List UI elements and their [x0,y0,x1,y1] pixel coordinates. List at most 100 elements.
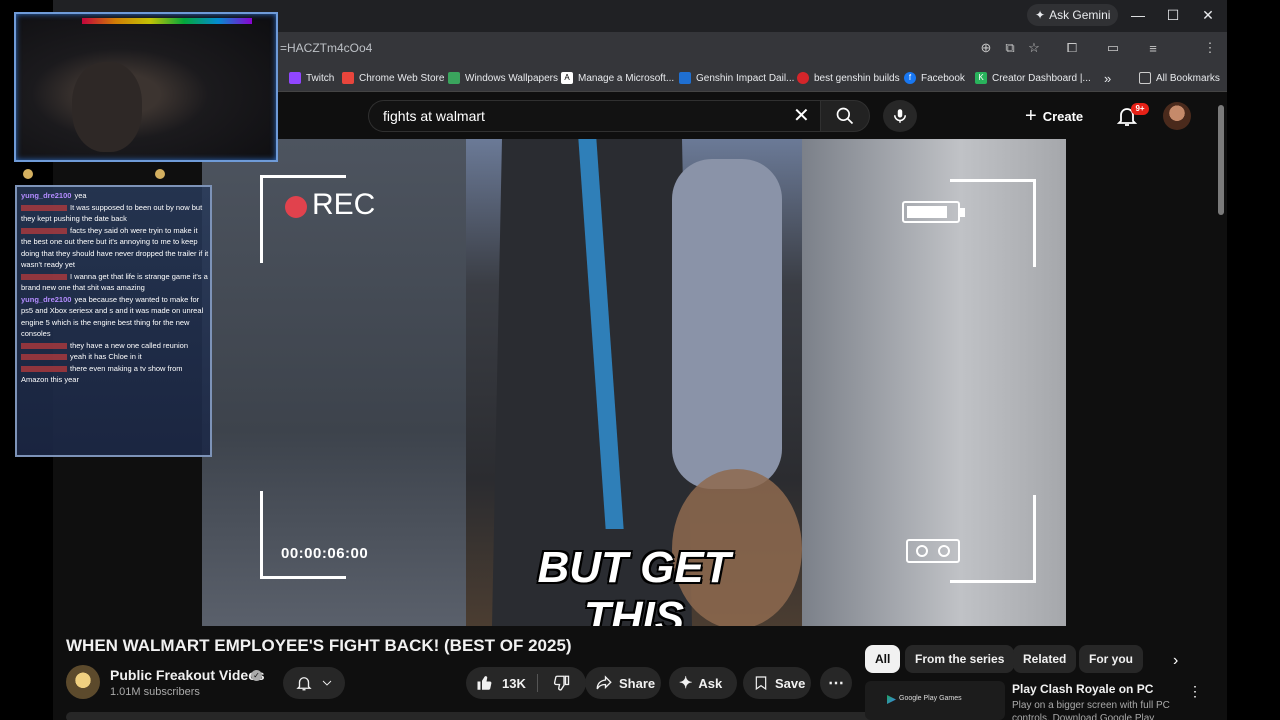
chip-from-the-series[interactable]: From the series [905,645,1015,673]
clear-search-icon[interactable]: ✕ [793,106,810,126]
chat-username [21,204,67,211]
builds-icon [797,72,809,84]
cassette-tape-icon [906,539,960,563]
chip-related[interactable]: Related [1013,645,1077,673]
save-button[interactable]: Save [743,667,811,699]
bell-icon [296,677,312,691]
microphone-icon [894,109,906,123]
wallpaper-icon [448,72,460,84]
more-actions-button[interactable]: ⋯ [820,667,852,699]
bookmark-icon [755,676,767,691]
thumbs-down-icon [553,675,570,691]
bookmark-twitch[interactable]: Twitch [289,69,334,87]
verified-check-icon: ✓ [251,670,262,681]
chevron-down-icon [322,680,332,686]
streamer-face [72,62,142,152]
notification-badge: 9+ [1131,103,1149,115]
chat-message: yung_dre2100 yea [17,190,210,202]
chat-username [21,273,67,280]
description-box[interactable] [66,712,883,720]
zoom-icon[interactable]: ⊕ [977,40,995,56]
chip-all[interactable]: All [865,645,901,673]
maximize-button[interactable]: ☐ [1158,4,1188,26]
search-box[interactable] [368,100,820,132]
recommendation-title[interactable]: Play Clash Royale on PC [1012,682,1153,696]
bookmark-manage-microsoft[interactable]: A Manage a Microsoft... [561,69,674,87]
channel-avatar[interactable] [66,665,100,699]
recommendation-menu-icon[interactable]: ⋮ [1188,683,1202,700]
battery-icon [902,201,965,223]
browser-tab-strip [82,18,252,24]
bookmark-genshin-builds[interactable]: best genshin builds [797,69,900,87]
reading-list-icon[interactable]: ≡ [1144,40,1162,56]
video-title: WHEN WALMART EMPLOYEE'S FIGHT BACK! (BES… [66,636,572,655]
chip-for-you[interactable]: For you [1079,645,1143,673]
folder-icon [1139,72,1151,84]
chat-message: facts they said oh were tryin to make it… [17,225,210,271]
chat-text: yea [74,191,87,200]
bookmark-chrome-web-store[interactable]: Chrome Web Store [342,69,444,87]
bookmark-windows-wallpapers[interactable]: Windows Wallpapers [448,69,558,87]
chat-message: there even making a tv show from Amazon … [17,363,210,386]
subscriber-count: 1.01M subscribers [110,686,200,698]
chat-username: yung_dre2100 [21,294,72,304]
like-count: 13K [502,675,526,691]
google-play-icon [887,695,896,704]
theater-side-area [1066,139,1216,626]
recommendation-thumbnail[interactable]: Google Play Games [865,681,1005,720]
minimize-button[interactable]: — [1123,4,1153,26]
rec-label: REC [312,188,376,221]
employee-sleeve [672,159,782,489]
channel-name[interactable]: Public Freakout Videos [110,667,265,683]
video-caption: BUT GET THIS [537,543,731,626]
chat-username [21,227,67,234]
search-button[interactable] [820,100,870,132]
microsoft-icon: A [561,72,573,84]
chevron-right-icon[interactable]: › [1173,652,1178,670]
bookmark-facebook[interactable]: f Facebook [904,69,965,87]
bookmark-genshin-daily[interactable]: Genshin Impact Dail... [679,69,794,87]
like-dislike-group: 13K [466,667,586,699]
cast-icon[interactable]: ⧉ [1001,40,1019,56]
ask-gemini-label: Ask Gemini [1049,8,1111,22]
subscribe-notifications-button[interactable] [283,667,345,699]
search-input[interactable] [383,108,763,124]
voice-search-button[interactable] [883,100,917,132]
stream-chat-overlay: yung_dre2100 yea It was supposed to been … [15,185,212,457]
bookmark-creator-dashboard[interactable]: K Creator Dashboard |... [975,69,1091,87]
ornament-icon [155,169,165,179]
ask-gemini-button[interactable]: ✦ Ask Gemini [1027,4,1119,26]
thumbnail-text: Google Play Games [899,695,962,702]
thumbs-up-icon [477,676,492,690]
viewfinder-corner-top-right [950,179,1036,267]
all-bookmarks-button[interactable]: All Bookmarks [1139,69,1220,87]
url-text[interactable]: =HACZTm4cOo4 [280,41,372,55]
bookmark-star-icon[interactable]: ☆ [1025,40,1043,56]
account-avatar[interactable] [1163,102,1191,130]
search-icon [836,107,854,125]
scrollbar-thumb[interactable] [1218,105,1224,215]
creator-dashboard-icon: K [975,72,987,84]
sparkle-icon: ✦ [1035,8,1046,22]
close-window-button[interactable]: ✕ [1193,4,1223,26]
video-timecode: 00:00:06:00 [281,545,369,562]
ornament-icon [23,169,33,179]
share-button[interactable]: Share [585,667,661,699]
create-button[interactable]: + Create [1025,104,1083,128]
dislike-button[interactable] [538,674,584,692]
more-bookmarks-button[interactable]: » [1104,69,1111,87]
like-button[interactable]: 13K [466,674,538,692]
chrome-web-store-icon [342,72,354,84]
chat-text: they have a new one called reunion [70,340,189,350]
video-player[interactable]: REC 00:00:06:00 BUT GET THIS [202,139,1066,626]
chat-text: yeah it has Chloe in it [70,352,142,361]
viewfinder-corner-bottom-right [950,495,1036,583]
chat-username: yung_dre2100 [21,191,72,200]
chat-username [21,342,67,349]
ask-button[interactable]: ✦ Ask [669,667,737,699]
viewfinder-corner-bottom-left [260,491,346,579]
side-panel-icon[interactable]: ▭ [1104,40,1122,56]
menu-kebab-icon[interactable]: ⋮ [1201,40,1219,56]
chat-message: yeah it has Chloe in it [17,351,210,363]
extensions-icon[interactable]: ⧠ [1063,40,1081,56]
